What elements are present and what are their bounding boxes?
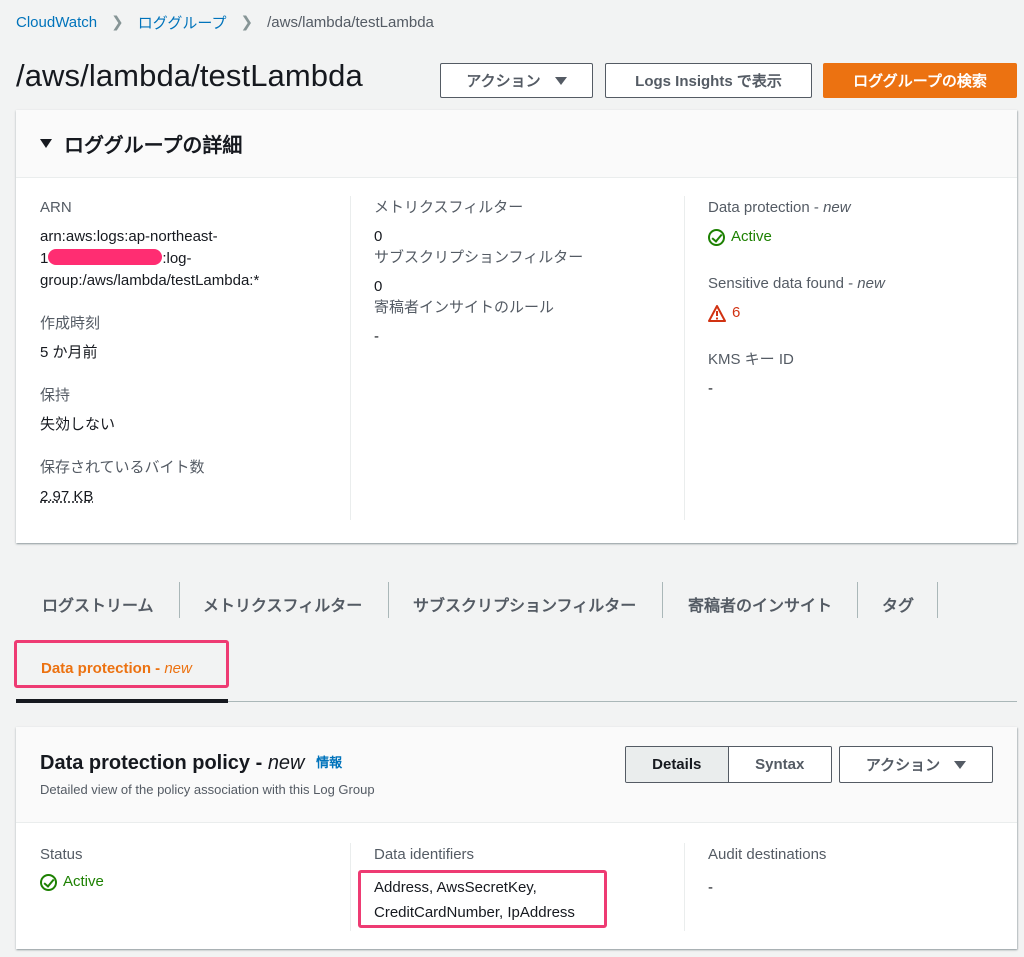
tab-contributor-insights[interactable]: 寄稿者のインサイト [688,592,832,616]
sensitive-data-count-text: 6 [732,304,741,321]
subscription-filters-value: 0 [374,278,383,295]
sensitive-data-count[interactable]: 6 [708,302,1008,324]
new-tag: new [857,275,885,292]
status-value-text: Active [63,873,104,890]
check-circle-icon [40,873,57,891]
actions-button[interactable]: アクション [440,63,593,98]
view-toggle: Details Syntax [625,746,832,783]
tab-divider [388,582,389,618]
breadcrumb-log-groups[interactable]: ロググループ [138,12,227,33]
new-tag: new [267,752,305,774]
created-label: 作成時刻 [40,315,101,332]
status-value: Active [40,871,104,893]
stored-bytes-label: 保存されているバイト数 [40,459,205,476]
column-divider [684,843,685,931]
kms-key-value: - [708,380,713,397]
policy-status: Status Active [40,845,104,893]
retention-value: 失効しない [40,416,116,433]
data-protection-status-text: Active [731,228,772,245]
caret-down-icon [40,139,52,148]
tab-metric-filters[interactable]: メトリクスフィルター [203,592,362,616]
warning-icon [708,304,726,322]
data-protection-label: Data protection - new [708,198,1008,218]
details-col-1: ARN arn:aws:logs:ap-northeast- 1 :log- gr… [40,198,350,508]
highlight-box [358,870,607,928]
tab-log-streams[interactable]: ログストリーム [42,592,154,616]
data-identifiers-label: Data identifiers [374,846,475,863]
sensitive-data-label-text: Sensitive data found - [708,275,858,292]
arn-label: ARN [40,199,72,216]
redaction-mark [48,249,163,265]
new-tag: new [823,199,851,216]
arn-region-digit: 1 [40,250,49,267]
details-toggle-button[interactable]: Details [626,747,728,782]
details-header[interactable]: ロググループの詳細 [16,110,1017,178]
highlight-box [14,640,229,688]
tab-divider [937,582,938,618]
syntax-toggle-button[interactable]: Syntax [728,747,831,782]
policy-actions-label: アクション [865,757,941,774]
column-divider [684,196,685,520]
policy-description: Detailed view of the policy association … [40,782,375,797]
policy-title-text: Data protection policy - [40,752,268,774]
data-protection-label-text: Data protection - [708,199,824,216]
policy-header: Data protection policy - new 情報 Detailed… [16,727,1017,823]
stored-bytes-value[interactable]: 2.97 KB [40,486,350,508]
details-col-3: Data protection - new Active Sensitive d… [708,198,1008,400]
policy-title: Data protection policy - new 情報 [40,752,342,775]
policy-audit: Audit destinations - [708,845,826,899]
audit-destinations-label: Audit destinations [708,846,827,863]
sensitive-data-label: Sensitive data found - new [708,274,1008,294]
tab-tags[interactable]: タグ [882,592,914,616]
log-group-details-panel: ロググループの詳細 ARN arn:aws:logs:ap-northeast-… [16,110,1017,543]
tab-divider [662,582,663,618]
breadcrumb-cloudwatch[interactable]: CloudWatch [16,14,97,31]
contributor-rules-label: 寄稿者インサイトのルール [374,299,555,316]
column-divider [350,843,351,931]
status-label: Status [40,846,83,863]
logs-insights-button[interactable]: Logs Insights で表示 [605,63,812,98]
caret-down-icon [954,760,967,769]
page-title: /aws/lambda/testLambda [16,58,363,93]
tab-divider [857,582,858,618]
tab-subscription-filters[interactable]: サブスクリプションフィルター [413,592,636,616]
arn-line-2-suffix: :log- [162,250,192,267]
data-protection-status: Active [708,226,1008,248]
caret-down-icon [554,76,567,85]
metric-filters-label: メトリクスフィルター [374,199,524,216]
breadcrumb-current: /aws/lambda/testLambda [267,13,434,31]
search-log-group-button[interactable]: ロググループの検索 [823,63,1017,98]
contributor-rules-value: - [374,328,379,345]
policy-actions-button[interactable]: アクション [839,746,993,783]
data-protection-policy-panel: Data protection policy - new 情報 Detailed… [16,727,1017,949]
chevron-right-icon: ❯ [111,14,124,31]
retention-label: 保持 [40,387,71,404]
metric-filters-value: 0 [374,228,383,245]
details-col-2: メトリクスフィルター 0 サブスクリプションフィルター 0 寄稿者インサイトのル… [374,198,674,348]
created-value: 5 か月前 [40,344,98,361]
chevron-right-icon: ❯ [240,14,254,31]
active-tab-indicator [16,699,228,703]
column-divider [350,196,351,520]
subscription-filters-label: サブスクリプションフィルター [374,249,584,266]
kms-key-label: KMS キー ID [708,351,794,368]
arn-line-1: arn:aws:logs:ap-northeast- [40,228,218,245]
tab-divider [179,582,180,618]
audit-destinations-value: - [708,879,713,896]
info-link[interactable]: 情報 [316,755,342,770]
arn-line-3: group:/aws/lambda/testLambda:* [40,272,260,289]
details-title: ロググループの詳細 [64,135,243,157]
breadcrumb: CloudWatch ❯ ロググループ ❯ /aws/lambda/testLa… [16,12,434,32]
actions-button-label: アクション [466,73,541,90]
arn-line-2: 1 :log- [40,248,350,270]
check-circle-icon [708,228,725,246]
